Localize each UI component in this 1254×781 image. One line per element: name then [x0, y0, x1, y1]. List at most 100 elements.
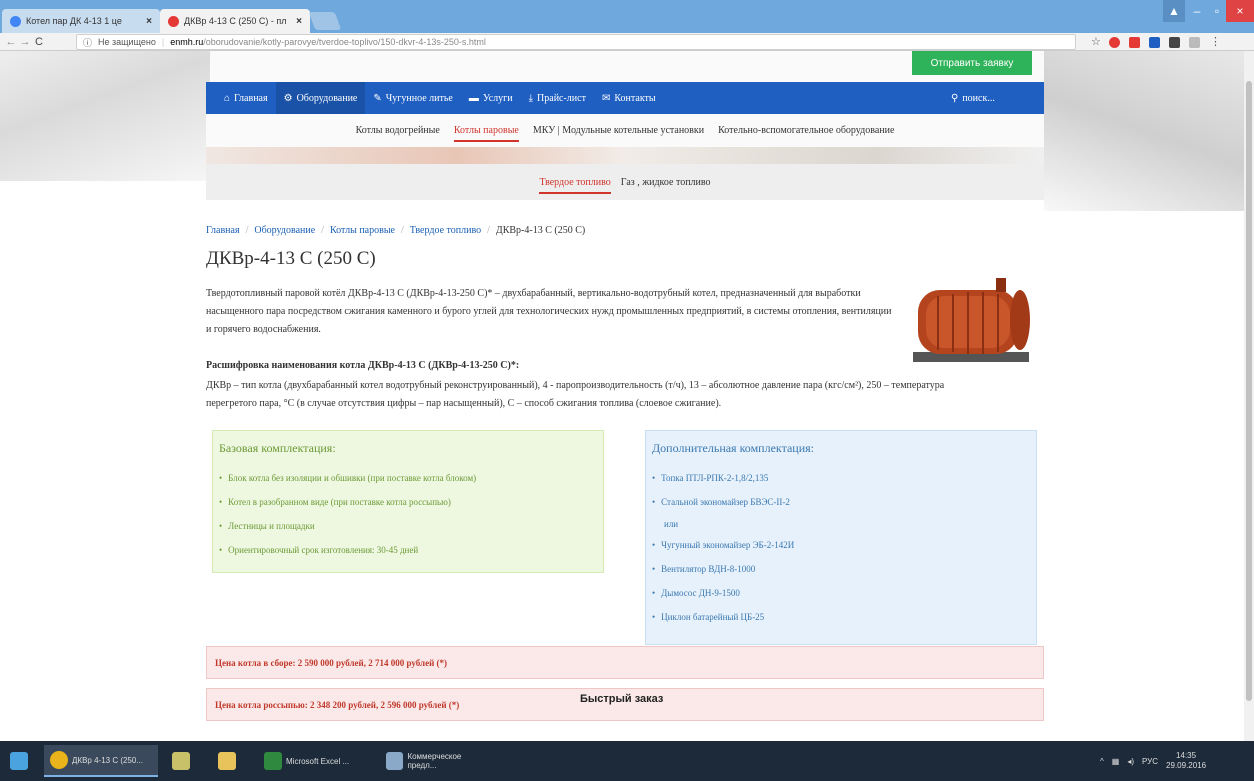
breadcrumb-separator: /: [487, 225, 490, 236]
nav-item-equipment[interactable]: ⚙ Оборудование: [275, 82, 366, 114]
list-item: • Лестницы и площадки: [219, 514, 597, 538]
taskbar-item-chrome[interactable]: ДКВр 4-13 С (250...: [44, 745, 158, 777]
url-path: /oborudovanie/kotly-parovye/tverdoe-topl…: [203, 37, 486, 47]
briefcase-icon: ▬: [468, 92, 479, 104]
bullet-icon: •: [652, 540, 656, 550]
download-icon[interactable]: [1129, 37, 1140, 48]
search-label: поиск...: [962, 92, 995, 104]
breadcrumb-link[interactable]: Твердое топливо: [410, 225, 481, 236]
scrollbar-thumb[interactable]: [1246, 81, 1252, 701]
envelope-icon: ✉: [601, 92, 611, 104]
subnav-item-modular[interactable]: МКУ | Модульные котельные установки: [533, 125, 704, 136]
subnav-item-hot-water-boilers[interactable]: Котлы водогрейные: [356, 125, 440, 136]
close-icon[interactable]: ×: [296, 16, 302, 27]
shield-icon[interactable]: [1189, 37, 1200, 48]
subnav-item-steam-boilers[interactable]: Котлы паровые: [453, 125, 519, 142]
bullet-icon: •: [219, 473, 223, 483]
nav-item-casting[interactable]: ✎ Чугунное литье: [365, 82, 460, 114]
bullet-icon: •: [652, 612, 656, 622]
breadcrumb-link[interactable]: Котлы паровые: [330, 225, 395, 236]
nav-label: Чугунное литье: [385, 92, 453, 104]
tab-solid-fuel[interactable]: Твердое топливо: [539, 177, 611, 194]
address-bar[interactable]: ⓘ Не защищено | enmh.ru/oborudovanie/kot…: [76, 34, 1076, 50]
card-title: Базовая комплектация:: [219, 441, 336, 455]
chevron-up-icon[interactable]: ^: [1100, 757, 1104, 766]
nav-label: Прайс-лист: [537, 92, 586, 104]
web-page: Отправить заявку ⌂ Главная ⚙ Оборудование …: [0, 51, 1244, 741]
nav-item-home[interactable]: ⌂ Главная: [216, 82, 276, 114]
star-icon[interactable]: ☆: [1091, 35, 1102, 48]
maximize-icon[interactable]: ▫: [1208, 0, 1226, 22]
list-item-text: Дымосос ДН-9-1500: [661, 588, 740, 598]
opera-icon[interactable]: [1109, 37, 1120, 48]
language-indicator[interactable]: РУС: [1142, 757, 1158, 766]
base-kit-card: Базовая комплектация: • Блок котла без из…: [212, 430, 604, 573]
fuel-tabs: Твердое топливо Газ , жидкое топливо: [206, 164, 1044, 200]
quick-order-heading[interactable]: Быстрый заказ: [580, 693, 663, 705]
system-tray: ^ ▦ ◂) РУС 14:35 29.09.2016: [1100, 741, 1206, 781]
nav-item-services[interactable]: ▬ Услуги: [461, 82, 521, 114]
volume-icon[interactable]: ◂): [1127, 757, 1134, 766]
clock-date: 29.09.2016: [1166, 761, 1207, 770]
close-window-icon[interactable]: ×: [1226, 0, 1254, 22]
send-request-button[interactable]: Отправить заявку: [912, 51, 1032, 75]
folder-icon: [218, 752, 236, 770]
network-icon[interactable]: ▦: [1112, 757, 1120, 766]
nav-label: Главная: [234, 92, 268, 104]
excel-icon: [264, 752, 282, 770]
nav-item-pricelist[interactable]: ⤓ Прайс-лист: [521, 82, 594, 114]
bullet-icon: •: [652, 497, 656, 507]
bullet-icon: •: [219, 545, 223, 555]
list-item: • Чугунный экономайзер ЭБ-2-142И: [652, 533, 1030, 557]
minimize-icon[interactable]: –: [1186, 0, 1208, 22]
base-kit-list: • Блок котла без изоляции и обшивки (при …: [219, 466, 597, 562]
user-icon[interactable]: ▲: [1163, 0, 1185, 22]
tab-gas-liquid-fuel[interactable]: Газ , жидкое топливо: [621, 177, 711, 188]
bullet-icon: •: [219, 521, 223, 531]
back-icon[interactable]: ←: [4, 36, 18, 48]
list-item-text: Циклон батарейный ЦБ-25: [661, 612, 765, 622]
new-tab-button[interactable]: [308, 12, 342, 30]
tab-label: ДКВр 4-13 С (250 С) - пл: [184, 16, 287, 26]
breadcrumb-link[interactable]: Оборудование: [254, 225, 315, 236]
extension-icon[interactable]: [1169, 37, 1180, 48]
taskbar-item-app[interactable]: [166, 745, 196, 777]
extra-kit-card: Дополнительная комплектация: • Топка ПТЛ-…: [645, 430, 1037, 645]
page-title: ДКВр-4-13 С (250 С): [206, 248, 376, 269]
list-item-text: Блок котла без изоляции и обшивки (при п…: [228, 473, 477, 483]
bullet-icon: •: [652, 588, 656, 598]
list-item: • Дымосос ДН-9-1500: [652, 581, 1030, 605]
menu-icon[interactable]: ⋮: [1210, 35, 1221, 48]
search-button[interactable]: ⚲ поиск...: [951, 82, 995, 114]
list-item-or: или: [664, 518, 679, 529]
decode-heading: Расшифровка наименования котла ДКВр-4-13…: [206, 360, 520, 371]
nav-item-contacts[interactable]: ✉ Контакты: [594, 82, 664, 114]
browser-tab[interactable]: Котел пар ДК 4-13 1 це ×: [2, 9, 160, 33]
breadcrumb-link[interactable]: Главная: [206, 225, 240, 236]
sub-navigation: Котлы водогрейные Котлы паровые МКУ | Мо…: [206, 114, 1044, 147]
extension-icon[interactable]: [1149, 37, 1160, 48]
gears-icon: ⚙: [283, 92, 293, 104]
site-favicon-icon: [168, 15, 179, 27]
breadcrumb-separator: /: [401, 225, 404, 236]
card-title: Дополнительная комплектация:: [652, 441, 814, 455]
nav-label: Контакты: [614, 92, 656, 104]
windows-icon: [10, 752, 28, 770]
list-item-text: Лестницы и площадки: [228, 521, 315, 531]
clock[interactable]: 14:35 29.09.2016: [1166, 751, 1206, 771]
page-scrollbar[interactable]: [1244, 51, 1254, 741]
list-item-text: Ориентировочный срок изготовления: 30-45…: [228, 545, 419, 555]
taskbar-item-document[interactable]: Коммерческое предл...: [380, 745, 496, 777]
close-icon[interactable]: ×: [146, 16, 152, 27]
document-icon: [386, 752, 404, 770]
start-button[interactable]: [4, 745, 34, 777]
browser-tab-active[interactable]: ДКВр 4-13 С (250 С) - пл ×: [160, 9, 310, 33]
forward-icon[interactable]: →: [18, 36, 32, 48]
taskbar-item-explorer[interactable]: [212, 745, 242, 777]
tab-label: Котел пар ДК 4-13 1 це: [26, 16, 122, 26]
download-icon: ⤓: [528, 92, 534, 104]
reload-icon[interactable]: C: [32, 36, 46, 48]
taskbar-item-excel[interactable]: Microsoft Excel ...: [258, 745, 370, 777]
subnav-item-auxiliary[interactable]: Котельно-вспомогательное оборудование: [718, 125, 894, 136]
boiler-image: [913, 278, 1030, 362]
